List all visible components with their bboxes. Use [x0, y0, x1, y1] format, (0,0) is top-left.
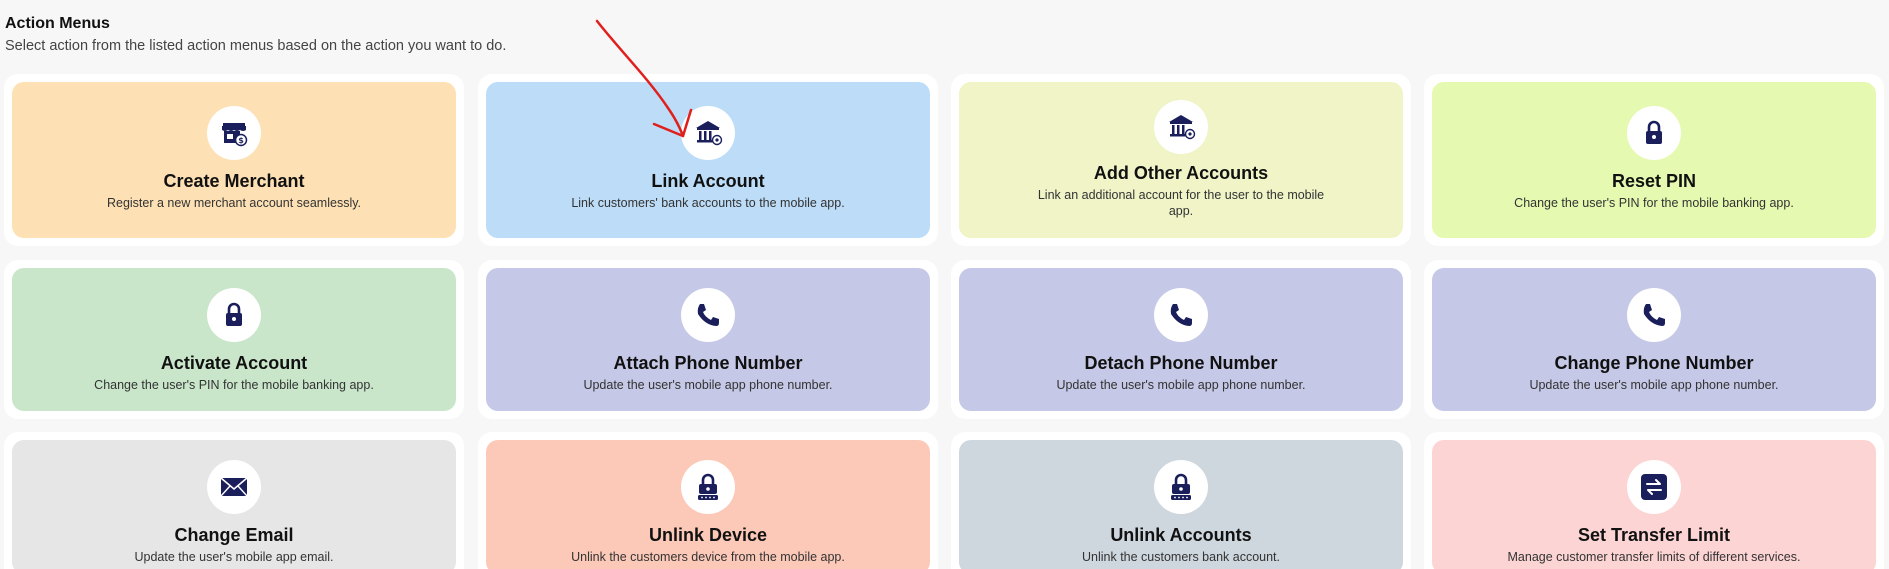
reset-pin-card[interactable]: Reset PIN Change the user's PIN for the … [1432, 82, 1876, 238]
card-title: Attach Phone Number [613, 353, 803, 373]
card-title: Set Transfer Limit [1577, 525, 1731, 545]
lock-password-icon [1166, 472, 1196, 502]
detach-phone-number-card[interactable]: Detach Phone Number Update the user's mo… [959, 268, 1403, 411]
phone-icon [1166, 300, 1196, 330]
envelope-icon [219, 472, 249, 502]
card-cell: Detach Phone Number Update the user's mo… [951, 260, 1411, 419]
card-title: Reset PIN [1611, 171, 1697, 191]
icon-circle: $ [207, 106, 261, 160]
card-description: Change the user's PIN for the mobile ban… [94, 378, 374, 392]
page: Action Menus Select action from the list… [0, 0, 1889, 569]
link-account-card[interactable]: Link Account Link customers' bank accoun… [486, 82, 930, 238]
set-transfer-limit-card[interactable]: Set Transfer Limit Manage customer trans… [1432, 440, 1876, 569]
icon-circle [681, 288, 735, 342]
unlink-device-card[interactable]: Unlink Device Unlink the customers devic… [486, 440, 930, 569]
icon-circle [207, 288, 261, 342]
card-cell: Link Account Link customers' bank accoun… [478, 74, 938, 246]
attach-phone-number-card[interactable]: Attach Phone Number Update the user's mo… [486, 268, 930, 411]
activate-account-card[interactable]: Activate Account Change the user's PIN f… [12, 268, 456, 411]
card-cell: Reset PIN Change the user's PIN for the … [1424, 74, 1884, 246]
card-description: Register a new merchant account seamless… [106, 196, 362, 210]
add-other-accounts-card[interactable]: Add Other Accounts Link an additional ac… [959, 82, 1403, 238]
page-subtitle: Select action from the listed action men… [5, 38, 507, 54]
card-cell: $ Create Merchant Register a new merchan… [4, 74, 464, 246]
card-cell: Set Transfer Limit Manage customer trans… [1424, 432, 1884, 569]
card-title: Add Other Accounts [1093, 163, 1269, 183]
phone-icon [693, 300, 723, 330]
card-description: Link an additional account for the user … [1037, 188, 1325, 218]
phone-icon [1639, 300, 1669, 330]
transfer-icon [1639, 472, 1669, 502]
svg-text:$: $ [238, 136, 244, 145]
icon-circle [681, 106, 735, 160]
icon-circle [681, 460, 735, 514]
card-cell: Activate Account Change the user's PIN f… [4, 260, 464, 419]
card-title: Change Phone Number [1554, 353, 1754, 373]
card-cell: Add Other Accounts Link an additional ac… [951, 74, 1411, 246]
card-title: Unlink Accounts [1110, 525, 1252, 545]
card-title: Unlink Device [648, 525, 768, 545]
create-merchant-card[interactable]: $ Create Merchant Register a new merchan… [12, 82, 456, 238]
card-cell: Attach Phone Number Update the user's mo… [478, 260, 938, 419]
store-icon: $ [219, 118, 249, 148]
card-description: Update the user's mobile app phone numbe… [1056, 378, 1306, 392]
page-header: Action Menus Select action from the list… [5, 14, 506, 55]
card-title: Detach Phone Number [1084, 353, 1278, 373]
change-phone-number-card[interactable]: Change Phone Number Update the user's mo… [1432, 268, 1876, 411]
lock-icon [219, 300, 249, 330]
card-title: Create Merchant [163, 171, 305, 191]
card-cell: Change Email Update the user's mobile ap… [4, 432, 464, 569]
card-title: Activate Account [160, 353, 308, 373]
icon-circle [1627, 288, 1681, 342]
icon-circle [1627, 106, 1681, 160]
card-cell: Change Phone Number Update the user's mo… [1424, 260, 1884, 419]
unlink-accounts-card[interactable]: Unlink Accounts Unlink the customers ban… [959, 440, 1403, 569]
card-description: Change the user's PIN for the mobile ban… [1514, 196, 1794, 210]
card-description: Unlink the customers device from the mob… [571, 550, 845, 564]
bank-icon [693, 118, 723, 148]
change-email-card[interactable]: Change Email Update the user's mobile ap… [12, 440, 456, 569]
card-description: Update the user's mobile app phone numbe… [583, 378, 833, 392]
card-description: Unlink the customers bank account. [1081, 550, 1281, 564]
icon-circle [1154, 100, 1208, 154]
lock-icon [1639, 118, 1669, 148]
card-description: Link customers' bank accounts to the mob… [571, 196, 845, 210]
bank-icon [1166, 112, 1196, 142]
card-title: Link Account [651, 171, 765, 191]
card-cell: Unlink Device Unlink the customers devic… [478, 432, 938, 569]
card-description: Manage customer transfer limits of diffe… [1507, 550, 1801, 564]
icon-circle [1154, 288, 1208, 342]
card-description: Update the user's mobile app email. [134, 550, 334, 564]
card-description: Update the user's mobile app phone numbe… [1529, 378, 1779, 392]
icon-circle [1154, 460, 1208, 514]
icon-circle [207, 460, 261, 514]
lock-password-icon [693, 472, 723, 502]
icon-circle [1627, 460, 1681, 514]
page-title: Action Menus [5, 15, 110, 32]
card-cell: Unlink Accounts Unlink the customers ban… [951, 432, 1411, 569]
card-title: Change Email [174, 525, 294, 545]
